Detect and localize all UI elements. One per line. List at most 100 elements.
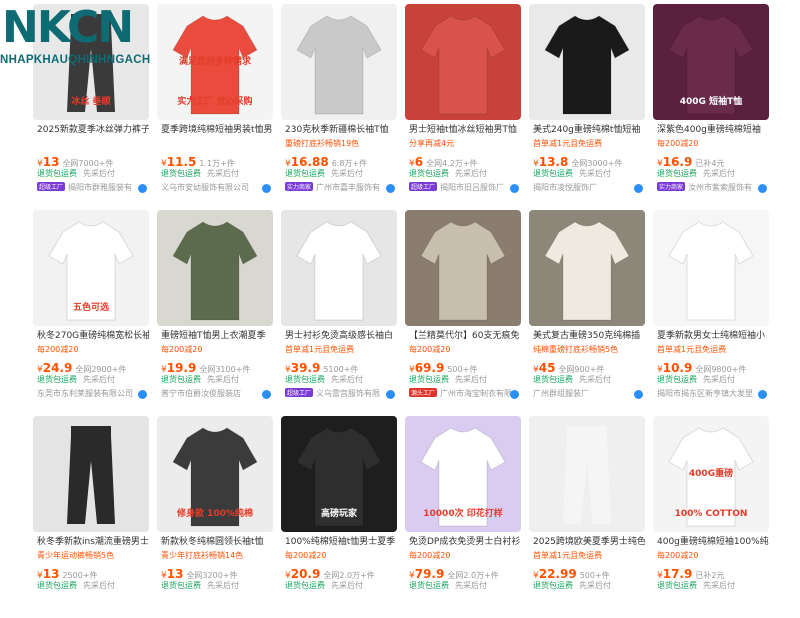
shop-name[interactable]: 义乌市安幼服饰有限公司 — [161, 182, 265, 193]
product-title[interactable]: 2025新款夏季冰丝弹力裤子 — [37, 124, 149, 137]
product-image[interactable] — [405, 210, 521, 326]
wangwang-chat-icon[interactable] — [510, 390, 519, 399]
product-card[interactable]: 男士衬衫免烫高级感长袖白 首单减1元且免运费 ¥39.9 5100+件 退货包运费 先采后… — [277, 206, 401, 412]
product-title[interactable]: 秋冬季新款ins潮流重磅男士 — [37, 536, 149, 549]
product-image[interactable] — [281, 210, 397, 326]
product-image[interactable]: 10000次 印花打样 — [405, 416, 521, 532]
product-image[interactable] — [281, 4, 397, 120]
product-card[interactable]: 2025跨境欧美夏季男士纯色 首单减1元且免运费 ¥22.99 500+件 退货包运费先… — [525, 412, 649, 618]
product-card[interactable]: 夏季新款男女士纯棉短袖小 首单减1元且免运费 ¥10.9 全网9800+件 退货包运费先… — [649, 206, 773, 412]
wangwang-chat-icon[interactable] — [634, 184, 643, 193]
return-shipping-tag: 退货包运费 — [285, 581, 325, 590]
product-image[interactable] — [157, 210, 273, 326]
shop-name-text[interactable]: 汝州市紫索服饰有 — [688, 183, 752, 192]
product-image[interactable] — [529, 4, 645, 120]
wangwang-chat-icon[interactable] — [386, 184, 395, 193]
product-card[interactable]: 400G重磅 100% COTTON 400g重磅纯棉短袖100%纯 每200减20… — [649, 412, 773, 618]
shop-name[interactable]: 揭阳市凌悦服饰厂 — [533, 182, 637, 193]
shop-name-text[interactable]: 揭阳市凌悦服饰厂 — [533, 183, 597, 192]
product-title[interactable]: 夏季跨境纯棉短袖男装t恤男 — [161, 124, 273, 137]
product-card[interactable]: 美式240g重磅纯棉t恤短袖 首单减1元且免运费 ¥13.8 全网3000+件 退货包运… — [525, 0, 649, 206]
price: 16.9 — [662, 155, 693, 167]
wangwang-chat-icon[interactable] — [138, 390, 147, 399]
product-image[interactable]: 满足您的多种需求 实力工厂 放心采购 — [157, 4, 273, 120]
price: 13 — [166, 567, 184, 579]
shop-name[interactable]: 广州群组服装厂 — [533, 388, 637, 399]
product-title[interactable]: 美式240g重磅纯棉t恤短袖 — [533, 124, 645, 137]
product-title[interactable]: 230克秋季新疆棉长袖T恤 — [285, 124, 397, 137]
product-image[interactable] — [33, 416, 149, 532]
shop-name-text[interactable]: 揭阳市群雅服装有 — [68, 183, 132, 192]
shop-name[interactable]: 实力商家 广州市嘉丰服饰有 — [285, 182, 389, 193]
price: 10.9 — [662, 361, 693, 373]
shop-name[interactable]: 源头工厂 广州市海宝制衣有限 — [409, 388, 513, 399]
promo-text: 青少年运动裤畅销5色 — [37, 551, 115, 560]
shop-name[interactable]: 实力商家 汝州市紫索服饰有 — [657, 182, 761, 193]
product-title[interactable]: 男士短袖t恤冰丝短袖男T恤 — [409, 124, 521, 137]
shop-name-text[interactable]: 普宁市伯爵汝俊服装店 — [161, 389, 241, 398]
product-title[interactable]: 深紫色400g重磅纯棉短袖 — [657, 124, 769, 137]
product-title[interactable]: 2025跨境欧美夏季男士纯色 — [533, 536, 645, 549]
product-card[interactable]: 五色可选 秋冬270G重磅纯棉宽松长袖 每200减20 ¥24.9 全网2900+件退… — [29, 206, 153, 412]
wangwang-chat-icon[interactable] — [758, 390, 767, 399]
product-card[interactable]: 230克秋季新疆棉长袖T恤 重磅打底衫畅销19色 ¥16.88 6.8万+件 退货包运费… — [277, 0, 401, 206]
product-image[interactable] — [653, 210, 769, 326]
wangwang-chat-icon[interactable] — [386, 390, 395, 399]
shop-name-text[interactable]: 义乌雷宫服饰有限 — [316, 389, 380, 398]
product-image[interactable]: 400G重磅 100% COTTON — [653, 416, 769, 532]
shop-name[interactable]: 揭阳市揭东区新亨镇大发里 — [657, 388, 761, 399]
shop-name-text[interactable]: 广州市嘉丰服饰有 — [316, 183, 380, 192]
product-image[interactable]: 400G 短袖T恤 — [653, 4, 769, 120]
product-title[interactable]: 400g重磅纯棉短袖100%纯 — [657, 536, 769, 549]
product-image[interactable]: 五色可选 — [33, 210, 149, 326]
product-image[interactable] — [529, 416, 645, 532]
product-title[interactable]: 夏季新款男女士纯棉短袖小 — [657, 330, 769, 343]
product-title[interactable]: 新款秋冬纯棉圆领长袖t恤 — [161, 536, 273, 549]
shop-name-text[interactable]: 广州群组服装厂 — [533, 389, 589, 398]
shop-name-text[interactable]: 揭阳市揭东区新亨镇大发里 — [657, 389, 753, 398]
shop-name[interactable]: 超级工厂 揭阳市旧吕服饰厂 — [409, 182, 513, 193]
product-title[interactable]: 秋冬270G重磅纯棉宽松长袖 — [37, 330, 149, 343]
return-shipping-tag: 退货包运费 — [285, 169, 325, 178]
shop-name-text[interactable]: 东莞市东利莱服装有限公司 — [37, 389, 133, 398]
product-image[interactable]: 高磅玩家 — [281, 416, 397, 532]
product-card[interactable]: 10000次 印花打样 免烫DP成衣免烫男士白衬衫 每200减20 ¥79.9 全网2… — [401, 412, 525, 618]
shop-name[interactable]: 东莞市东利莱服装有限公司 — [37, 388, 141, 399]
product-title[interactable]: 免烫DP成衣免烫男士白衬衫 — [409, 536, 521, 549]
product-image[interactable] — [529, 210, 645, 326]
wangwang-chat-icon[interactable] — [262, 184, 271, 193]
service-tags: 退货包运费 先采后付 — [533, 374, 611, 385]
product-image[interactable]: 修身款 100%纯棉 — [157, 416, 273, 532]
product-card[interactable]: 修身款 100%纯棉 新款秋冬纯棉圆领长袖t恤 青少年打底衫畅销14色 ¥13 全网3… — [153, 412, 277, 618]
return-shipping-tag: 退货包运费 — [37, 169, 77, 178]
wangwang-chat-icon[interactable] — [262, 390, 271, 399]
product-card[interactable]: 重磅短袖T恤男上衣潮夏季 每200减20 ¥19.9 全网3100+件 退货包运费 先采后… — [153, 206, 277, 412]
product-card[interactable]: 满足您的多种需求 实力工厂 放心采购 夏季跨境纯棉短袖男装t恤男 ¥11.5 1.1万… — [153, 0, 277, 206]
product-title[interactable]: 男士衬衫免烫高级感长袖白 — [285, 330, 397, 343]
wangwang-chat-icon[interactable] — [634, 390, 643, 399]
product-title[interactable]: 100%纯棉短袖t恤男士夏季 — [285, 536, 397, 549]
shop-name[interactable]: 超级工厂 义乌雷宫服饰有限 — [285, 388, 389, 399]
return-shipping-tag: 退货包运费 — [657, 169, 697, 178]
price-line: ¥17.9 已补2元 — [657, 563, 771, 579]
product-card[interactable]: 400G 短袖T恤 深紫色400g重磅纯棉短袖 每200减20 ¥16.9 已补4元退… — [649, 0, 773, 206]
product-card[interactable]: 【兰精莫代尔】60支无痕免 每200减20 ¥69.9 500+件 退货包运费 先采后付源… — [401, 206, 525, 412]
product-card[interactable]: 美式复古重磅350克纯棉插 纯棉重磅打底衫畅销5色 ¥45 全网900+件 退货包运费先… — [525, 206, 649, 412]
wangwang-chat-icon[interactable] — [510, 184, 519, 193]
product-card[interactable]: 秋冬季新款ins潮流重磅男士 青少年运动裤畅销5色 ¥13 2500+件 退货包运费 先采… — [29, 412, 153, 618]
shop-name-text[interactable]: 义乌市安幼服饰有限公司 — [161, 183, 249, 192]
product-title[interactable]: 【兰精莫代尔】60支无痕免 — [409, 330, 521, 343]
product-title[interactable]: 重磅短袖T恤男上衣潮夏季 — [161, 330, 273, 343]
wangwang-chat-icon[interactable] — [758, 184, 767, 193]
shop-name-text[interactable]: 揭阳市旧吕服饰厂 — [440, 183, 504, 192]
product-card[interactable]: 男士短袖t恤冰丝短袖男T恤 分享再减4元 ¥6 全网4.2万+件 退货包运费 先采后付 超级… — [401, 0, 525, 206]
product-image[interactable] — [405, 4, 521, 120]
product-card[interactable]: 高磅玩家 100%纯棉短袖t恤男士夏季 每200减20 ¥20.9 全网2.0万+件退… — [277, 412, 401, 618]
wangwang-chat-icon[interactable] — [138, 184, 147, 193]
promo-text: 每200减20 — [409, 345, 451, 354]
shop-name[interactable]: 普宁市伯爵汝俊服装店 — [161, 388, 265, 399]
product-title[interactable]: 美式复古重磅350克纯棉插 — [533, 330, 645, 343]
shop-name-text[interactable]: 广州市海宝制衣有限 — [440, 389, 512, 398]
shop-name[interactable]: 超级工厂 揭阳市群雅服装有 — [37, 182, 141, 193]
sales-count: 全网7000+件 — [62, 159, 114, 167]
